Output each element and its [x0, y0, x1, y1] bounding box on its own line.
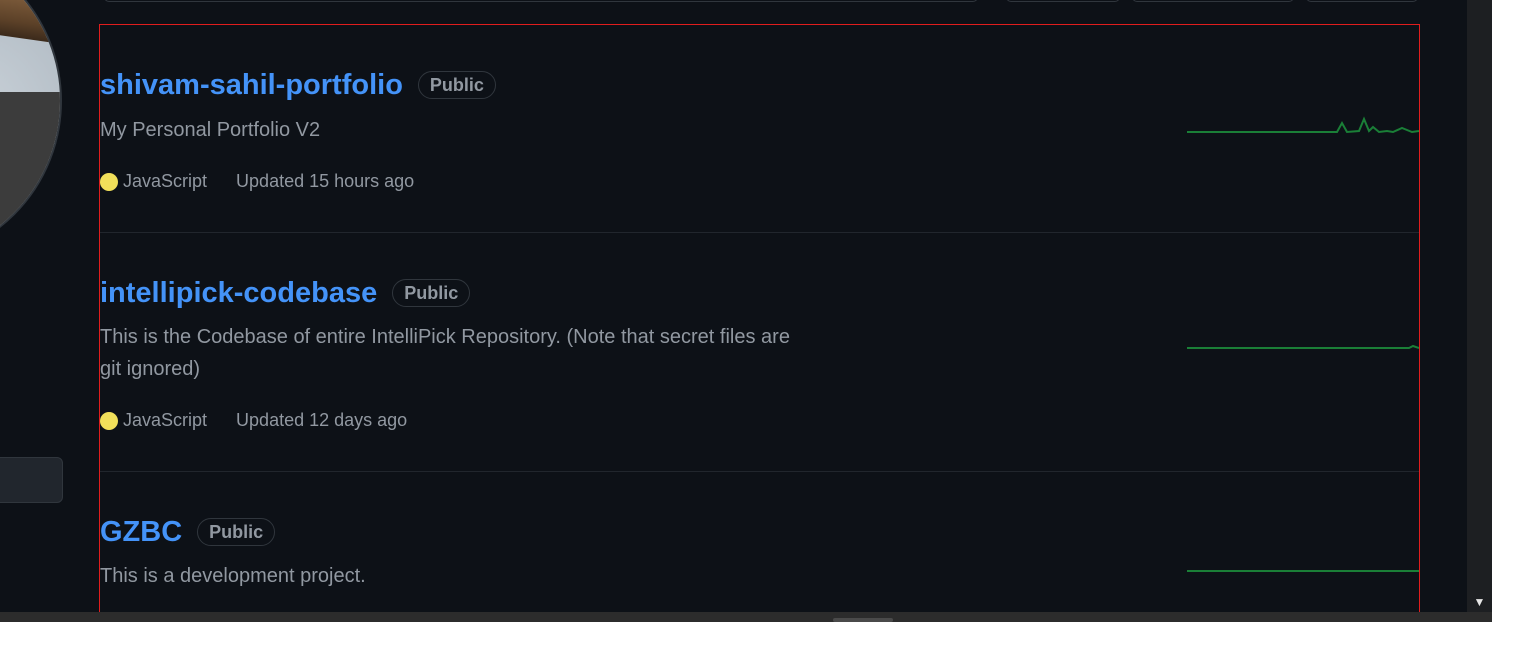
scroll-down-icon[interactable]: ▼ [1467, 592, 1492, 612]
repo-description: My Personal Portfolio V2 [100, 119, 321, 141]
avatar-background [0, 0, 60, 45]
type-filter-button[interactable] [1006, 0, 1120, 2]
search-input[interactable] [104, 0, 978, 2]
visibility-badge: Public [417, 71, 496, 99]
visibility-badge: Public [392, 279, 471, 307]
horizontal-scrollbar[interactable] [0, 612, 1492, 622]
repo-name-link[interactable]: intellipick-codebase [100, 276, 377, 310]
vertical-scrollbar[interactable] [1467, 0, 1492, 612]
repo-updated: Updated 15 hours ago [236, 171, 415, 191]
language-color-icon [100, 411, 118, 430]
repo-description: This is a development project. [100, 565, 366, 587]
repo-name-link[interactable]: shivam-sahil-portfolio [100, 68, 403, 102]
edit-profile-button[interactable] [0, 457, 63, 503]
language-filter-button[interactable] [1132, 0, 1294, 2]
repository-list: shivam-sahil-portfolio Public My Persona… [99, 24, 1420, 622]
page-viewport: shivam-sahil-portfolio Public My Persona… [0, 0, 1492, 622]
list-item: shivam-sahil-portfolio Public My Persona… [100, 25, 1419, 233]
repo-meta: JavaScript Updated 15 hours ago [100, 171, 414, 192]
repo-header: intellipick-codebase Public [100, 276, 471, 310]
repo-updated: Updated 12 days ago [236, 410, 408, 430]
activity-sparkline [1187, 570, 1419, 572]
repo-header: shivam-sahil-portfolio Public [100, 68, 496, 102]
list-item: intellipick-codebase Public This is the … [100, 233, 1419, 472]
sort-button[interactable] [1306, 0, 1418, 2]
visibility-badge: Public [197, 518, 276, 546]
activity-sparkline [1187, 116, 1419, 134]
scrollbar-thumb[interactable] [833, 618, 893, 622]
language-color-icon [100, 172, 118, 191]
list-item: GZBC Public This is a development projec… [100, 472, 1419, 622]
repo-meta: JavaScript Updated 12 days ago [100, 410, 407, 431]
activity-sparkline [1187, 344, 1419, 349]
repo-description: This is the Codebase of entire IntelliPi… [100, 326, 790, 380]
avatar-figure [0, 92, 60, 260]
repo-language: JavaScript [123, 410, 208, 430]
repo-language: JavaScript [123, 171, 208, 191]
repo-header: GZBC Public [100, 515, 276, 549]
repo-name-link[interactable]: GZBC [100, 515, 182, 549]
avatar [0, 0, 62, 262]
